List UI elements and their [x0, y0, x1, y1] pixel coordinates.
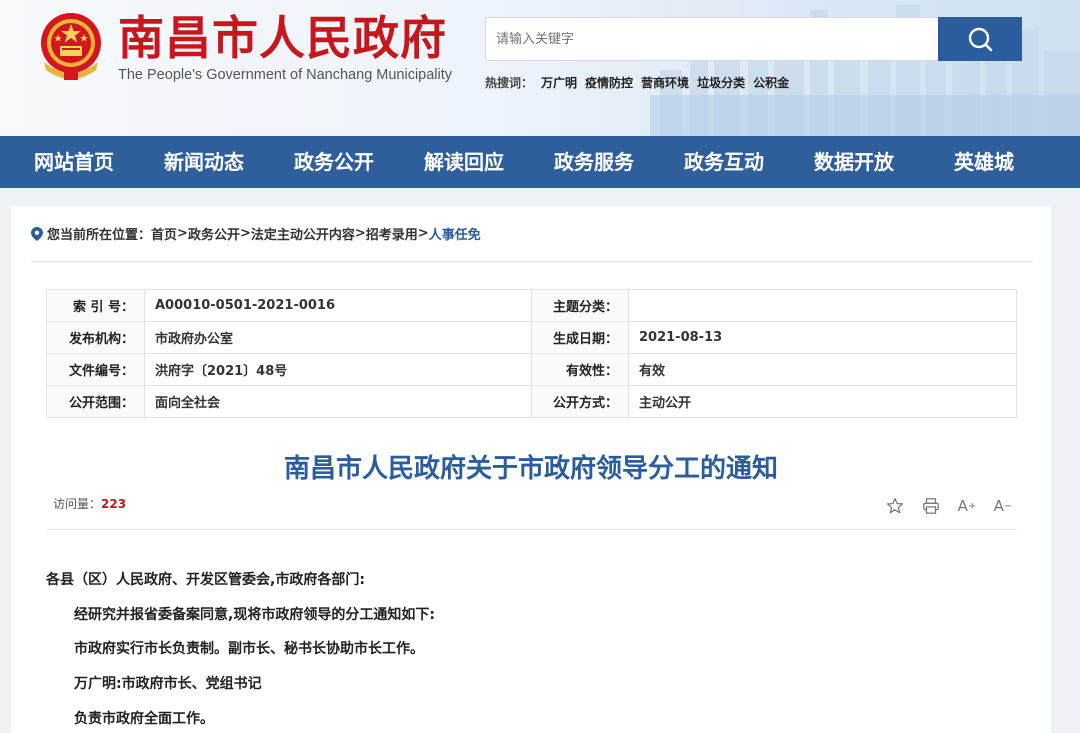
meta-label: 公开范围： [46, 385, 145, 418]
breadcrumb-prefix: 您当前所在位置： [47, 228, 152, 243]
breadcrumb-separator: > [417, 226, 429, 241]
breadcrumb-divider [31, 261, 1033, 262]
meta-label: 索 引 号： [46, 289, 145, 322]
article-paragraph: 万广明:市政府市长、党组书记 [74, 676, 262, 692]
breadcrumb-link[interactable]: 政务公开 [188, 224, 240, 243]
hot-word-link[interactable]: 垃圾分类 [697, 74, 745, 91]
nav-item-home[interactable]: 网站首页 [34, 136, 114, 188]
article-paragraph: 市政府实行市长负责制。副市长、秘书长协助市长工作。 [74, 641, 424, 657]
search-button[interactable] [938, 17, 1022, 61]
breadcrumb-link[interactable]: 法定主动公开内容 [251, 224, 355, 243]
table-row: 文件编号： 洪府字〔2021〕48号 有效性： 有效 [46, 353, 1017, 386]
breadcrumb-separator: > [239, 226, 251, 241]
meta-label: 公开方式： [531, 385, 629, 418]
article-paragraph: 负责市政府全面工作。 [74, 711, 214, 727]
breadcrumb-link[interactable]: 招考录用 [366, 224, 418, 243]
hot-words: 热搜词： 万广明 疫情防控 营商环境 垃圾分类 公积金 [485, 74, 789, 91]
meta-label: 有效性： [531, 353, 629, 386]
meta-value: 主动公开 [628, 385, 1017, 418]
printer-icon [923, 498, 939, 514]
font-increase-label: A [957, 497, 968, 515]
nav-item-news[interactable]: 新闻动态 [164, 136, 244, 188]
nav-item-gov-interaction[interactable]: 政务互动 [684, 136, 764, 188]
hot-word-link[interactable]: 营商环境 [641, 74, 689, 91]
view-count: 访问量：223 [53, 495, 126, 512]
breadcrumb-link[interactable]: 首页 [151, 224, 177, 243]
breadcrumb-current[interactable]: 人事任免 [429, 224, 481, 243]
article-paragraph: 经研究并报省委备案同意,现将市政府领导的分工通知如下: [74, 607, 435, 623]
hot-word-link[interactable]: 疫情防控 [585, 74, 633, 91]
title-divider [46, 529, 1017, 530]
nav-item-hero-city[interactable]: 英雄城 [954, 136, 1014, 188]
meta-label: 文件编号： [46, 353, 145, 386]
national-emblem-logo [41, 13, 101, 80]
nav-item-gov-open[interactable]: 政务公开 [294, 136, 374, 188]
view-count-label: 访问量： [53, 497, 102, 511]
meta-value: 有效 [628, 353, 1017, 386]
font-decrease-label: A [993, 497, 1004, 515]
location-pin-icon [31, 226, 43, 241]
meta-value: A00010-0501-2021-0016 [144, 289, 532, 322]
hot-word-link[interactable]: 公积金 [753, 74, 789, 91]
view-count-value: 223 [101, 497, 127, 511]
font-increase-button[interactable]: A + [956, 495, 978, 517]
hot-words-label: 热搜词： [485, 76, 534, 90]
meta-label: 发布机构： [46, 321, 145, 354]
nav-item-gov-services[interactable]: 政务服务 [554, 136, 634, 188]
meta-value: 2021-08-13 [628, 321, 1017, 354]
star-icon [886, 497, 904, 514]
table-row: 索 引 号： A00010-0501-2021-0016 主题分类： [46, 289, 1017, 322]
breadcrumb: 您当前所在位置： 首页 > 政务公开 > 法定主动公开内容 > 招考录用 > 人… [31, 224, 481, 243]
site-title: 南昌市人民政府 [118, 11, 447, 65]
breadcrumb-separator: > [354, 226, 366, 241]
site-subtitle: The People's Government of Nanchang Muni… [118, 67, 453, 83]
nav-item-open-data[interactable]: 数据开放 [814, 136, 894, 188]
search-input[interactable] [485, 17, 938, 61]
table-row: 公开范围： 面向全社会 公开方式： 主动公开 [46, 385, 1017, 418]
meta-value: 洪府字〔2021〕48号 [144, 353, 532, 386]
favorite-button[interactable] [884, 495, 906, 517]
search-icon [968, 27, 993, 52]
meta-value: 面向全社会 [144, 385, 532, 418]
article-paragraph: 各县（区）人民政府、开发区管委会,市政府各部门: [46, 572, 365, 588]
meta-label: 主题分类： [531, 289, 629, 322]
article-tools: A + A − [884, 495, 1014, 517]
main-nav: 网站首页 新闻动态 政务公开 解读回应 政务服务 政务互动 数据开放 英雄城 [0, 136, 1080, 188]
table-row: 发布机构： 市政府办公室 生成日期： 2021-08-13 [46, 321, 1017, 354]
hot-word-link[interactable]: 万广明 [541, 74, 577, 91]
print-button[interactable] [920, 495, 942, 517]
meta-value: 市政府办公室 [144, 321, 532, 354]
document-meta-table: 索 引 号： A00010-0501-2021-0016 主题分类： 发布机构：… [46, 289, 1017, 418]
nav-item-interpretation[interactable]: 解读回应 [424, 136, 504, 188]
meta-label: 生成日期： [531, 321, 629, 354]
site-header: 南昌市人民政府 The People's Government of Nanch… [0, 0, 1080, 136]
article-title: 南昌市人民政府关于市政府领导分工的通知 [283, 454, 778, 484]
font-decrease-button[interactable]: A − [992, 495, 1014, 517]
breadcrumb-separator: > [177, 226, 188, 241]
meta-value [628, 289, 1017, 322]
